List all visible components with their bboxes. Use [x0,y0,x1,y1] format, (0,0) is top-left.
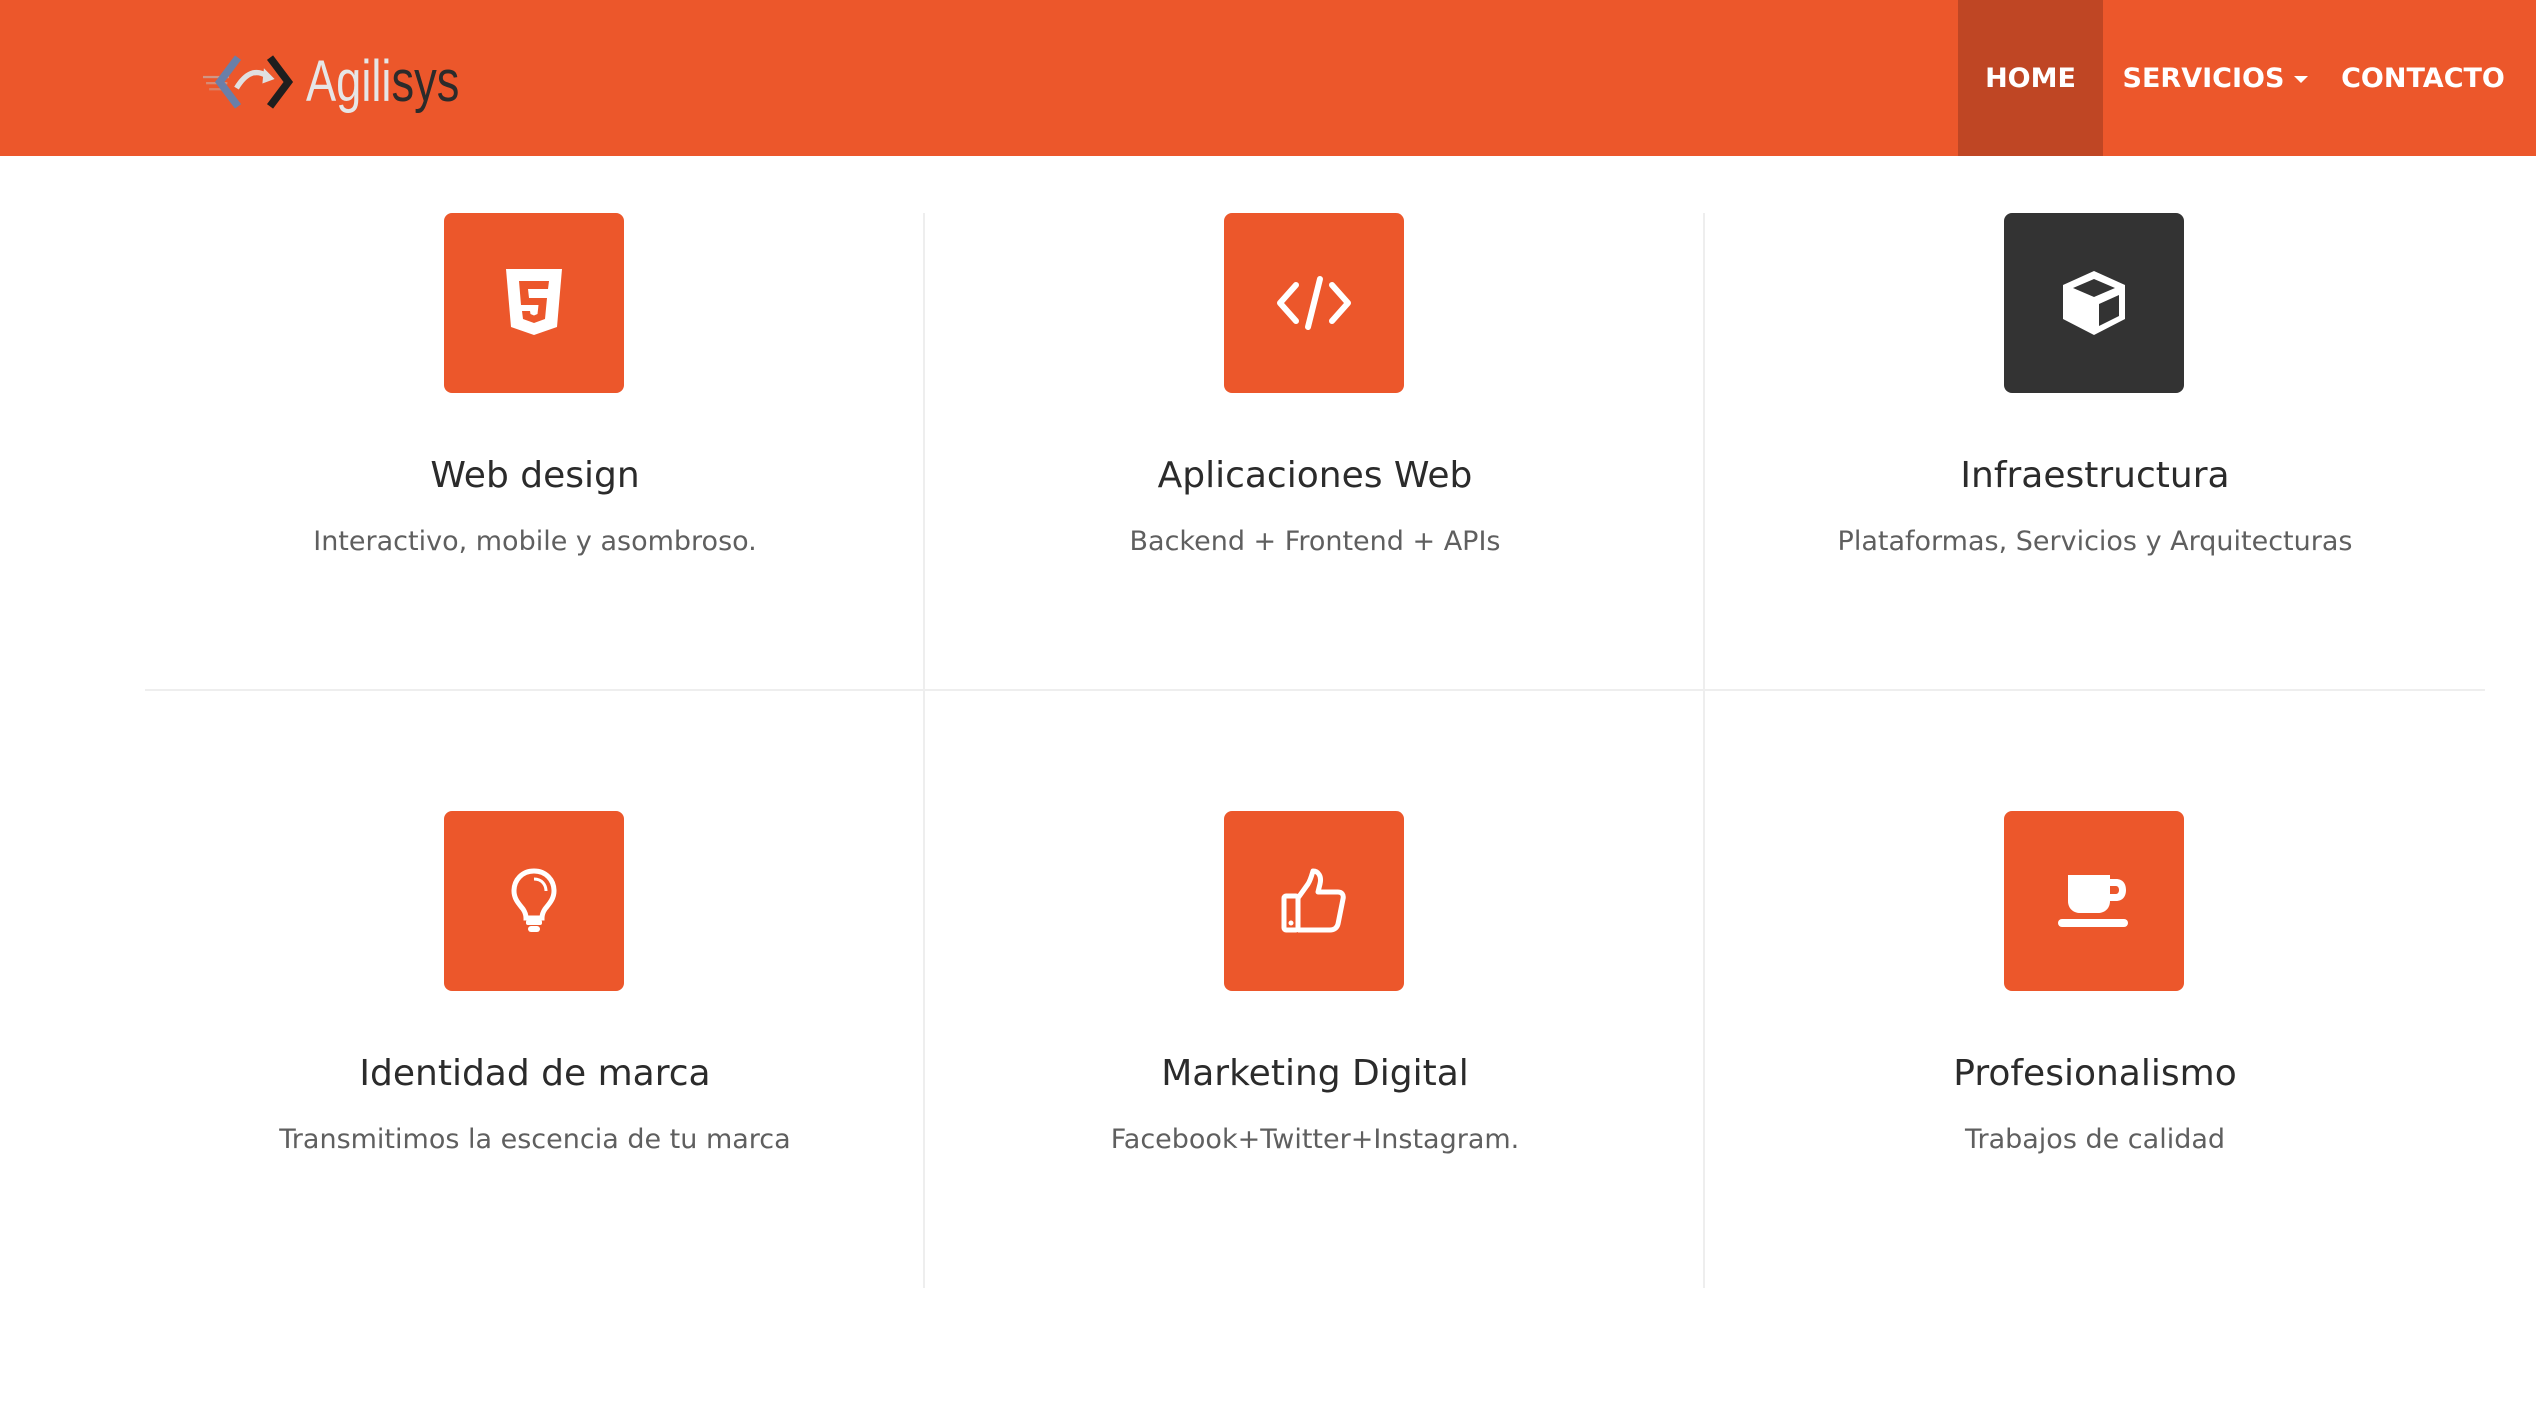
code-icon [1277,276,1351,330]
top-navbar: Agili sys HOME SERVICIOS CONTACTO [0,0,2536,156]
brand-logo[interactable]: Agili sys [203,38,503,126]
caret-down-icon [2294,75,2309,83]
brand-name: Agili sys [306,53,459,111]
brand-name-part1: Agili [306,49,392,114]
service-title: Web design [430,455,640,496]
nav-contacto[interactable]: CONTACTO [2328,0,2536,156]
service-icon-box [2004,213,2184,393]
service-item-aplicaciones-web: Aplicaciones Web Backend + Frontend + AP… [925,213,1705,813]
service-description: Backend + Frontend + APIs [1129,526,1501,557]
service-item-identidad-de-marca: Identidad de marca Transmitimos la escen… [145,811,925,1411]
service-icon-box [444,213,624,393]
service-icon-box [444,811,624,991]
service-description: Plataformas, Servicios y Arquitecturas [1837,526,2353,557]
service-title: Identidad de marca [359,1053,711,1094]
service-item-profesionalismo: Profesionalismo Trabajos de calidad [1705,811,2485,1411]
nav-contacto-label: CONTACTO [2341,62,2505,94]
service-description: Trabajos de calidad [1964,1124,2226,1155]
service-description: Facebook+Twitter+Instagram. [1110,1124,1520,1155]
nav-home-label: HOME [1985,62,2076,94]
service-title: Profesionalismo [1953,1053,2237,1094]
cube-icon [2063,271,2125,335]
nav-servicios-dropdown[interactable]: SERVICIOS [2103,0,2328,156]
service-item-marketing-digital: Marketing Digital Facebook+Twitter+Insta… [925,811,1705,1411]
lightbulb-icon [511,868,557,932]
nav-servicios-label: SERVICIOS [2122,62,2285,94]
service-icon-box [1224,811,1404,991]
services-grid: Web design Interactivo, mobile y asombro… [145,213,2485,1288]
thumbs-up-icon [1281,868,1346,933]
coffee-icon [2058,875,2128,927]
service-description: Interactivo, mobile y asombroso. [313,526,757,557]
service-item-infraestructura: Infraestructura Plataformas, Servicios y… [1705,213,2485,813]
service-title: Infraestructura [1960,455,2230,496]
service-item-web-design: Web design Interactivo, mobile y asombro… [145,213,925,813]
nav-home[interactable]: HOME [1958,0,2103,156]
service-title: Marketing Digital [1161,1053,1469,1094]
html5-icon [506,269,562,335]
service-title: Aplicaciones Web [1157,455,1473,496]
service-description: Transmitimos la escencia de tu marca [279,1124,791,1155]
agilisys-logo-icon [203,55,294,109]
brand-name-part2: sys [391,49,460,114]
service-icon-box [2004,811,2184,991]
main-nav: HOME SERVICIOS CONTACTO [1958,0,2536,156]
service-icon-box [1224,213,1404,393]
